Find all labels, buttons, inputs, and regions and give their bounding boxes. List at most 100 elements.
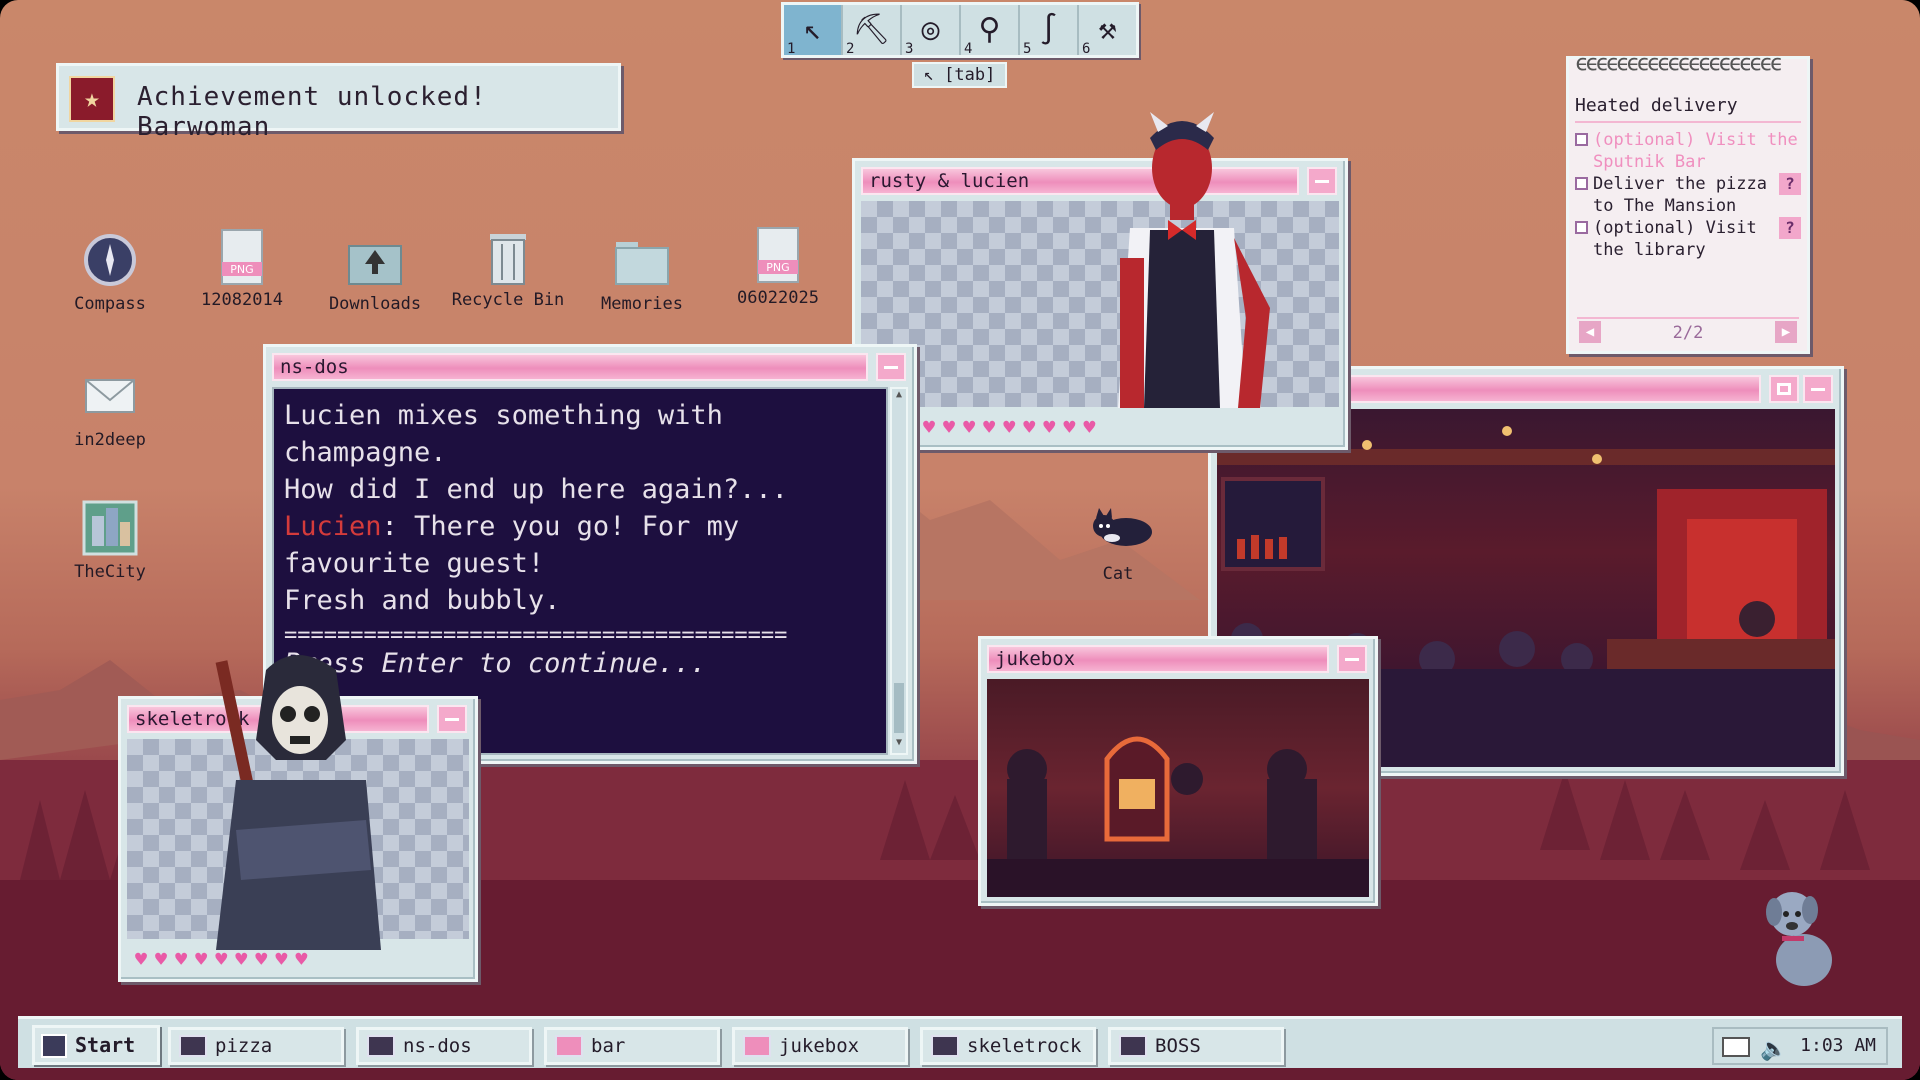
window-jukebox[interactable]: jukebox: [978, 636, 1378, 906]
window-title[interactable]: jukebox: [987, 645, 1329, 673]
terminal-scrollbar[interactable]: ▲ ▼: [890, 387, 908, 755]
tool-number: 4: [964, 41, 973, 57]
mail-icon: [82, 368, 138, 424]
tool-number: 3: [905, 41, 914, 57]
jukebox-scene-image: [987, 679, 1369, 897]
minimize-button[interactable]: [1803, 375, 1833, 403]
tool-number: 5: [1023, 41, 1032, 57]
desktop-icon-memories[interactable]: Memories: [582, 232, 702, 314]
minimize-button[interactable]: [1337, 645, 1367, 673]
taskbar: Start pizza ns-dos bar jukebox skeletroc…: [18, 1016, 1902, 1068]
png-file-icon: PNG: [750, 226, 806, 283]
taskbar-button-label: ns-dos: [403, 1035, 472, 1057]
terminal-line: champagne.: [284, 437, 447, 468]
quest-task-text: (optional) Visit the Sputnik Bar: [1593, 130, 1798, 172]
terminal-separator: ======================================: [284, 625, 788, 647]
png-file-icon: [555, 1035, 583, 1057]
trophy-icon: ★: [69, 76, 115, 122]
speaker-name: Lucien: [284, 511, 382, 542]
tool-pointer[interactable]: ↖ 1: [784, 5, 843, 57]
quest-pager: ◀ 2/2 ▶: [1577, 317, 1799, 343]
city-app-icon: [82, 500, 138, 556]
maximize-button[interactable]: [1769, 375, 1799, 403]
desktop-icon-label: 06022025: [737, 288, 819, 308]
desktop-icon-label: Downloads: [328, 294, 422, 314]
lasso-icon: ◎: [921, 12, 940, 47]
quest-task-text: (optional) Visit the library: [1593, 218, 1757, 260]
compass-icon: [82, 232, 138, 288]
hammer-icon: ⚒: [1098, 12, 1117, 47]
desktop-icon-downloads[interactable]: Downloads: [315, 232, 435, 314]
desktop-icon-06022025[interactable]: PNG 06022025: [718, 226, 838, 308]
magnifier-icon: ⚲: [978, 12, 1001, 47]
scroll-thumb[interactable]: [894, 683, 904, 733]
mail-icon[interactable]: [1722, 1037, 1750, 1057]
desktop-icon-label: TheCity: [74, 562, 146, 582]
tool-pickaxe[interactable]: ⛏ 2: [843, 5, 902, 57]
taskbar-button-skeletrock[interactable]: skeletrock: [920, 1027, 1096, 1065]
dialogue-text: : There you go! For my: [381, 511, 740, 542]
taskbar-button-bar[interactable]: bar: [544, 1027, 720, 1065]
achievement-text: Achievement unlocked! Barwoman: [137, 82, 487, 142]
taskbar-button-pizza[interactable]: pizza: [168, 1027, 344, 1065]
tool-selector: ↖ 1 ⛏ 2 ◎ 3 ⚲ 4 ∫ 5 ⚒ 6: [781, 2, 1139, 58]
speaker-icon[interactable]: 🔈: [1760, 1033, 1787, 1067]
recycle-bin-icon: [480, 228, 536, 285]
desktop-icon-12082014[interactable]: PNG 12082014: [182, 228, 302, 310]
start-button[interactable]: Start: [32, 1025, 160, 1065]
taskbar-button-label: BOSS: [1155, 1035, 1201, 1057]
tool-hook[interactable]: ∫ 5: [1020, 5, 1079, 57]
app-window-icon: [931, 1035, 959, 1057]
desktop-icon-label: Memories: [601, 294, 683, 314]
checkbox-empty-icon: [1575, 221, 1588, 234]
taskbar-button-label: pizza: [215, 1035, 273, 1057]
achievement-toast: ★ Achievement unlocked! Barwoman: [56, 63, 621, 142]
health-hearts: ♥ ♥ ♥ ♥ ♥ ♥ ♥ ♥ ♥: [923, 415, 1096, 439]
quest-task[interactable]: (optional) Visit the library ?: [1575, 217, 1801, 261]
terminal-line: How did I end up here again?...: [284, 474, 788, 505]
dog-mascot: [1766, 892, 1832, 986]
desktop-icon-cat[interactable]: Cat: [1058, 502, 1178, 584]
minimize-button[interactable]: [1307, 167, 1337, 195]
desktop-icon-recycle-bin[interactable]: Recycle Bin: [448, 228, 568, 310]
taskbar-button-label: jukebox: [779, 1035, 860, 1057]
quest-help-button[interactable]: ?: [1779, 217, 1801, 239]
taskbar-button-ns-dos[interactable]: ns-dos: [356, 1027, 532, 1065]
tab-hint: ↖ [tab]: [912, 62, 1007, 88]
downloads-folder-icon: [347, 232, 403, 288]
quest-help-button[interactable]: ?: [1779, 173, 1801, 195]
taskbar-button-label: bar: [591, 1035, 626, 1057]
desktop-icon-in2deep[interactable]: in2deep: [50, 368, 170, 450]
tool-number: 6: [1082, 41, 1091, 57]
taskbar-button-boss[interactable]: BOSS: [1108, 1027, 1284, 1065]
tool-number: 2: [846, 41, 855, 57]
divider: [1575, 121, 1801, 123]
next-page-arrow-icon[interactable]: ▶: [1775, 321, 1797, 343]
taskbar-button-jukebox[interactable]: jukebox: [732, 1027, 908, 1065]
tool-hammer[interactable]: ⚒ 6: [1079, 5, 1136, 57]
lucien-character: [1118, 112, 1270, 408]
checkbox-empty-icon: [1575, 177, 1588, 190]
scroll-up-arrow-icon[interactable]: ▲: [892, 389, 906, 405]
tool-magnifier[interactable]: ⚲ 4: [961, 5, 1020, 57]
desktop-icon-label: 12082014: [201, 290, 283, 310]
ns-dos-icon: [367, 1035, 395, 1057]
svg-text:PNG: PNG: [230, 263, 253, 276]
png-file-icon: PNG: [214, 228, 270, 285]
terminal-line: favourite guest!: [284, 548, 545, 579]
tool-lasso[interactable]: ◎ 3: [902, 5, 961, 57]
tool-number: 1: [787, 41, 796, 57]
desktop-icon-compass[interactable]: Compass: [50, 232, 170, 314]
system-tray: 🔈 1:03 AM: [1712, 1027, 1888, 1065]
scroll-down-arrow-icon[interactable]: ▼: [892, 737, 906, 753]
taskbar-button-label: skeletrock: [967, 1035, 1082, 1057]
skeletrock-character: [215, 655, 381, 950]
quest-task[interactable]: (optional) Visit the Sputnik Bar: [1575, 129, 1801, 173]
quest-notepad: ϵϵϵϵϵϵϵϵϵϵϵϵϵϵϵϵϵϵϵϵ Heated delivery (op…: [1566, 51, 1810, 354]
minimize-button[interactable]: [876, 353, 906, 381]
window-title[interactable]: ns-dos: [272, 353, 868, 381]
quest-task[interactable]: Deliver the pizza to The Mansion ?: [1575, 173, 1801, 217]
minimize-button[interactable]: [437, 705, 467, 733]
desktop-icon-thecity[interactable]: TheCity: [50, 500, 170, 582]
page-indicator: 2/2: [1672, 323, 1704, 343]
